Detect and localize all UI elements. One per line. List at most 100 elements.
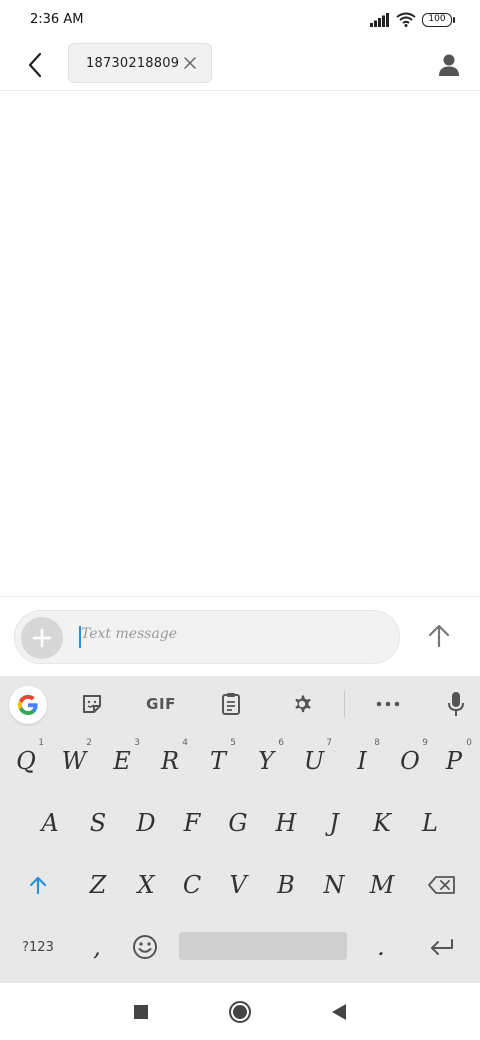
key-label: K <box>373 809 391 837</box>
key-s[interactable]: S <box>74 798 122 848</box>
key-h[interactable]: H <box>262 798 310 848</box>
back-nav-button[interactable] <box>326 999 352 1025</box>
key-label: G <box>228 809 248 837</box>
wifi-icon <box>396 12 416 27</box>
key-label: D <box>136 809 156 837</box>
backspace-key[interactable] <box>416 860 468 910</box>
google-search-button[interactable] <box>9 686 47 724</box>
more-horizontal-icon <box>376 701 400 707</box>
status-icons: 100 <box>370 12 455 27</box>
key-x[interactable]: X <box>122 860 170 910</box>
key-label: R <box>160 747 180 775</box>
key-hint: 7 <box>326 738 332 748</box>
status-time: 2:36 AM <box>30 12 84 27</box>
key-l[interactable]: L <box>406 798 454 848</box>
clipboard-icon <box>222 693 240 715</box>
key-label: P <box>445 747 463 775</box>
sticker-button[interactable] <box>76 688 108 720</box>
key-label: Y <box>258 747 274 775</box>
key-i[interactable]: I8 <box>338 736 386 786</box>
key-label: W <box>61 747 87 775</box>
key-hint: 0 <box>466 738 472 748</box>
key-label: Q <box>16 747 36 775</box>
circle-icon <box>229 1001 251 1023</box>
space-key[interactable] <box>179 932 347 960</box>
gif-button[interactable]: GIF <box>140 688 182 720</box>
compose-bar: Text message <box>0 596 480 676</box>
microphone-icon <box>448 692 464 716</box>
settings-button[interactable] <box>286 688 318 720</box>
status-bar: 2:36 AM 100 <box>0 0 480 42</box>
period-key[interactable]: . <box>358 922 404 972</box>
key-hint: 1 <box>38 738 44 748</box>
attach-button[interactable] <box>21 617 63 659</box>
key-b[interactable]: B <box>262 860 310 910</box>
key-v[interactable]: V <box>214 860 262 910</box>
emoji-icon <box>133 935 157 959</box>
key-m[interactable]: M <box>358 860 406 910</box>
key-label: N <box>323 871 345 899</box>
signal-icon <box>370 12 389 27</box>
message-input-container[interactable]: Text message <box>14 610 400 664</box>
clipboard-button[interactable] <box>216 688 246 720</box>
conversation-header: 18730218809 <box>0 42 480 91</box>
back-button[interactable] <box>18 48 52 82</box>
person-icon <box>439 54 459 76</box>
key-label: F <box>183 809 201 837</box>
key-label: M <box>369 871 395 899</box>
key-r[interactable]: R4 <box>146 736 194 786</box>
key-n[interactable]: N <box>310 860 358 910</box>
emoji-key[interactable] <box>122 922 168 972</box>
comma-key[interactable]: , <box>74 922 120 972</box>
key-e[interactable]: E3 <box>98 736 146 786</box>
key-z[interactable]: Z <box>74 860 122 910</box>
key-label: E <box>113 747 131 775</box>
key-label: B <box>277 871 295 899</box>
key-k[interactable]: K <box>358 798 406 848</box>
key-j[interactable]: J <box>310 798 358 848</box>
key-row-1: Q1 W2 E3 R4 T5 Y6 U7 I8 O9 P0 <box>0 736 480 798</box>
key-y[interactable]: Y6 <box>242 736 290 786</box>
key-hint: 6 <box>278 738 284 748</box>
square-icon <box>134 1005 148 1019</box>
key-label: L <box>422 809 438 837</box>
send-button[interactable] <box>424 621 454 651</box>
key-q[interactable]: Q1 <box>2 736 50 786</box>
key-d[interactable]: D <box>122 798 170 848</box>
key-label: T <box>209 747 226 775</box>
more-button[interactable] <box>372 688 404 720</box>
enter-key[interactable] <box>416 922 468 972</box>
key-label: A <box>41 809 59 837</box>
key-label: ?123 <box>22 939 54 955</box>
key-p[interactable]: P0 <box>430 736 478 786</box>
gear-icon <box>295 695 311 713</box>
key-f[interactable]: F <box>168 798 216 848</box>
arrow-up-icon <box>428 624 450 648</box>
key-t[interactable]: T5 <box>194 736 242 786</box>
shift-key[interactable] <box>12 860 64 910</box>
toolbar-divider <box>344 691 345 717</box>
key-label: O <box>400 747 420 775</box>
close-icon[interactable] <box>183 56 197 70</box>
key-label: Z <box>89 871 107 899</box>
recents-button[interactable] <box>128 999 154 1025</box>
home-button[interactable] <box>227 999 253 1025</box>
voice-input-button[interactable] <box>442 688 470 720</box>
key-c[interactable]: C <box>168 860 216 910</box>
key-a[interactable]: A <box>26 798 74 848</box>
key-label: V <box>229 871 247 899</box>
key-row-3: Z X C V B N M <box>0 860 480 922</box>
add-contact-button[interactable] <box>432 48 466 82</box>
key-o[interactable]: O9 <box>386 736 434 786</box>
symbols-key[interactable]: ?123 <box>12 922 64 972</box>
key-hint: 8 <box>374 738 380 748</box>
key-label: X <box>137 871 155 899</box>
key-label: , <box>93 933 101 961</box>
backspace-icon <box>428 876 455 894</box>
key-g[interactable]: G <box>214 798 262 848</box>
recipient-chip[interactable]: 18730218809 <box>68 43 212 83</box>
key-w[interactable]: W2 <box>50 736 98 786</box>
message-input[interactable]: Text message <box>81 626 177 642</box>
battery-icon: 100 <box>422 12 455 27</box>
key-u[interactable]: U7 <box>290 736 338 786</box>
